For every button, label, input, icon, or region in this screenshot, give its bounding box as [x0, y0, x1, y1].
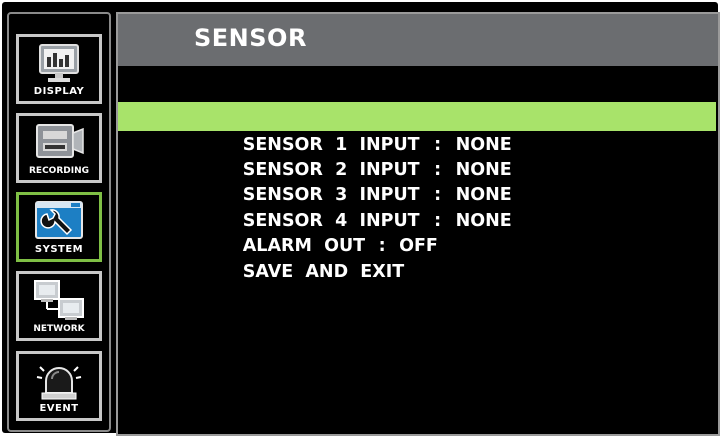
sidebar-item-network[interactable]: NETWORK: [16, 271, 102, 341]
camera-icon: [19, 120, 99, 166]
menu-item-sensor-2-input[interactable]: SENSOR 2 INPUT: NONE: [118, 132, 718, 180]
sidebar-item-display[interactable]: DISPLAY: [16, 34, 102, 104]
title-bar: SENSOR: [118, 14, 718, 66]
sidebar-item-label: NETWORK: [33, 324, 85, 334]
menu-item-sensor-1-input[interactable]: SENSOR 1 INPUT: NONE: [118, 102, 716, 155]
network-icon: [19, 278, 99, 324]
menu-item-label: SAVE AND EXIT: [242, 261, 405, 282]
sidebar-item-label: EVENT: [39, 403, 79, 414]
dvr-screen: DISPLAY RECORDING SYSTEM NETWORK EVENT S…: [2, 2, 720, 436]
page-title: SENSOR: [194, 24, 307, 52]
wrench-icon: [19, 199, 99, 245]
alarm-light-icon: [19, 358, 99, 404]
sidebar-item-label: SYSTEM: [34, 244, 84, 255]
sidebar-item-label: RECORDING: [28, 166, 89, 176]
sidebar-item-recording[interactable]: RECORDING: [16, 113, 102, 183]
sidebar-item-label: DISPLAY: [33, 86, 85, 97]
sensor-panel: SENSOR SENSOR 1 INPUT: NONE SENSOR 2 INPU…: [116, 12, 720, 436]
menu-item-sensor-3-input[interactable]: SENSOR 3 INPUT: NONE: [118, 158, 718, 205]
sidebar-item-event[interactable]: EVENT: [16, 351, 102, 421]
sensor-menu: SENSOR 1 INPUT: NONE SENSOR 2 INPUT: NONE …: [118, 102, 718, 282]
menu-item-alarm-out[interactable]: ALARM OUT: OFF: [118, 209, 718, 256]
sidebar: DISPLAY RECORDING SYSTEM NETWORK EVENT: [7, 12, 111, 432]
sidebar-item-system[interactable]: SYSTEM: [16, 192, 102, 262]
menu-item-save-and-exit[interactable]: SAVE AND EXIT: [118, 234, 718, 282]
monitor-icon: [19, 41, 99, 87]
menu-item-sensor-4-input[interactable]: SENSOR 4 INPUT: NONE: [118, 183, 718, 231]
